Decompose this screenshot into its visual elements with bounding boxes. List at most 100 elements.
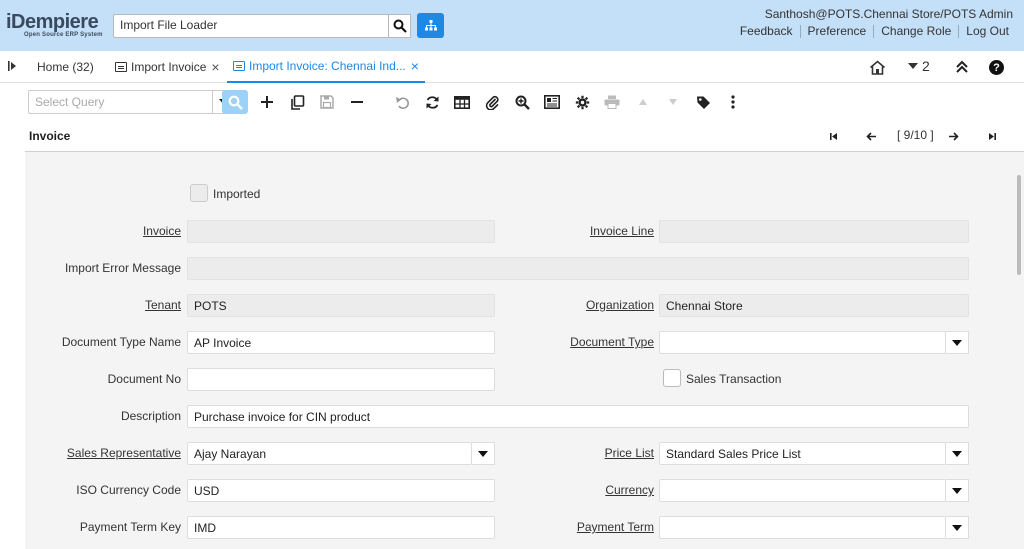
collapse-up-icon[interactable]: [955, 60, 969, 74]
delete-button[interactable]: [344, 90, 370, 114]
sales-rep-label[interactable]: Sales Representative: [11, 446, 181, 460]
import-error-field[interactable]: [187, 257, 969, 280]
arrow-right-icon: [948, 131, 959, 141]
report-button[interactable]: [539, 90, 565, 114]
tenant-label[interactable]: Tenant: [11, 298, 181, 312]
user-info[interactable]: Santhosh@POTS.Chennai Store/POTS Admin: [765, 7, 1013, 21]
process-button[interactable]: [569, 90, 595, 114]
last-record-button[interactable]: [984, 128, 1000, 144]
attachment-button[interactable]: [479, 90, 505, 114]
home-icon[interactable]: [869, 60, 886, 75]
price-list-dropdown-button[interactable]: [946, 442, 969, 465]
tab-import-invoice-chennai[interactable]: Import Invoice: Chennai Ind... ×: [227, 51, 425, 83]
payment-term-select[interactable]: [659, 516, 946, 539]
save-button[interactable]: [314, 90, 340, 114]
close-icon[interactable]: ×: [211, 59, 219, 75]
more-button[interactable]: [720, 90, 746, 114]
doc-type-name-field[interactable]: AP Invoice: [187, 331, 495, 354]
delete-icon: [351, 101, 363, 103]
first-record-icon: [829, 132, 837, 140]
payment-term-label[interactable]: Payment Term: [484, 520, 654, 534]
invoice-line-field[interactable]: [659, 220, 969, 243]
zoom-across-button[interactable]: [509, 90, 535, 114]
grid-toggle-button[interactable]: [449, 90, 475, 114]
doc-no-label: Document No: [107, 372, 181, 386]
new-record-button[interactable]: [254, 90, 280, 114]
payment-term-dropdown-button[interactable]: [946, 516, 969, 539]
organization-label[interactable]: Organization: [484, 298, 654, 312]
new-icon: [261, 96, 273, 108]
tab-title-row: Invoice [ 9/10 ]: [25, 120, 1024, 152]
undo-button[interactable]: [389, 90, 415, 114]
logout-link[interactable]: Log Out: [959, 25, 1016, 38]
invoice-label[interactable]: Invoice: [11, 224, 181, 238]
undo-icon: [395, 96, 409, 109]
tenant-field[interactable]: POTS: [187, 294, 495, 317]
form-scrollbar[interactable]: [1017, 175, 1021, 275]
currency-dropdown-button[interactable]: [946, 479, 969, 502]
menu-search-input[interactable]: Import File Loader: [113, 14, 389, 38]
search-button[interactable]: [222, 90, 248, 114]
help-icon[interactable]: ?: [989, 60, 1004, 75]
payment-term-key-field[interactable]: IMD: [187, 516, 495, 539]
sitemap-icon: [424, 20, 437, 31]
menu-search-button[interactable]: [389, 14, 411, 38]
doc-type-dropdown-button[interactable]: [946, 331, 969, 354]
query-select[interactable]: Select Query: [28, 90, 213, 114]
organization-field[interactable]: Chennai Store: [659, 294, 969, 317]
close-icon[interactable]: ×: [411, 58, 419, 74]
record-info: [ 9/10 ]: [897, 128, 934, 142]
sales-transaction-checkbox[interactable]: [663, 369, 681, 387]
iso-currency-label: ISO Currency Code: [76, 483, 181, 497]
preference-link[interactable]: Preference: [801, 25, 875, 38]
sales-rep-select[interactable]: Ajay Narayan: [187, 442, 472, 465]
change-role-link[interactable]: Change Role: [874, 25, 960, 38]
previous-icon: [639, 99, 647, 105]
doc-type-label[interactable]: Document Type: [484, 335, 654, 349]
sales-transaction-label: Sales Transaction: [686, 372, 782, 386]
last-record-icon: [988, 132, 996, 140]
copy-record-button[interactable]: [284, 90, 310, 114]
doc-no-field[interactable]: [187, 368, 495, 391]
invoice-line-label[interactable]: Invoice Line: [484, 224, 654, 238]
attachment-icon: [485, 95, 499, 110]
price-list-select[interactable]: Standard Sales Price List: [659, 442, 946, 465]
description-field[interactable]: Purchase invoice for CIN product: [187, 405, 969, 428]
description-label: Description: [120, 409, 181, 423]
next-record-button[interactable]: [945, 128, 961, 144]
expand-west-icon[interactable]: [8, 61, 16, 71]
record-form: Imported Invoice Invoice Line Import Err…: [25, 152, 1024, 549]
chevron-down-icon: [952, 450, 962, 457]
doc-type-name-label: Document Type Name: [61, 335, 181, 349]
search-icon: [228, 95, 243, 110]
first-record-button[interactable]: [825, 128, 841, 144]
label-button[interactable]: [690, 90, 716, 114]
currency-select[interactable]: [659, 479, 946, 502]
tab-title: Invoice: [29, 129, 71, 143]
logo-subtext: Open Source ERP System: [24, 32, 103, 38]
print-button[interactable]: [599, 90, 625, 114]
copy-icon: [290, 94, 304, 110]
window-toolbar: Select Query: [25, 84, 1024, 120]
doc-type-select[interactable]: [659, 331, 946, 354]
payment-term-key-label: Payment Term Key: [79, 520, 181, 534]
refresh-button[interactable]: [419, 90, 445, 114]
price-list-label[interactable]: Price List: [484, 446, 654, 460]
window-tab-bar: Home (32) Import Invoice × Import Invoic…: [0, 51, 1024, 83]
window-count[interactable]: 2: [908, 58, 930, 74]
chevron-down-icon: [908, 63, 918, 69]
feedback-link[interactable]: Feedback: [733, 25, 801, 38]
detail-record-button[interactable]: [660, 90, 686, 114]
idempiere-logo[interactable]: iDempiere Open Source ERP System: [6, 12, 108, 38]
previous-record-button[interactable]: [863, 128, 879, 144]
sitemap-button[interactable]: [417, 13, 444, 38]
tab-home[interactable]: Home (32): [37, 51, 94, 83]
logo-text: iDempiere: [6, 11, 99, 33]
tab-import-invoice[interactable]: Import Invoice ×: [115, 51, 220, 83]
iso-currency-field[interactable]: USD: [187, 479, 495, 502]
parent-record-button[interactable]: [630, 90, 656, 114]
currency-label[interactable]: Currency: [484, 483, 654, 497]
invoice-field[interactable]: [187, 220, 495, 243]
print-icon: [604, 95, 620, 109]
imported-checkbox[interactable]: [190, 184, 208, 202]
